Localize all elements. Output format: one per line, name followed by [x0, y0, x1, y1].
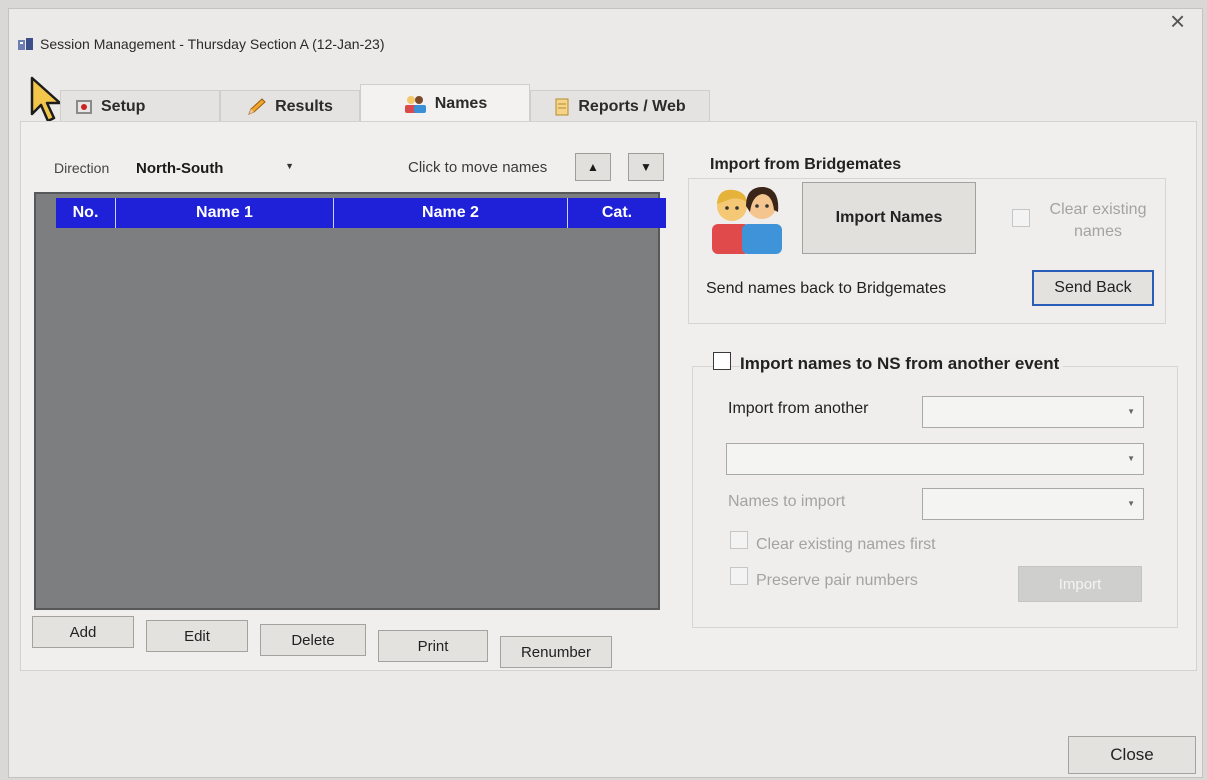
column-header-cat[interactable]: Cat.	[568, 198, 666, 228]
direction-value: North-South	[136, 159, 224, 177]
clear-existing-names-checkbox[interactable]	[1012, 209, 1030, 227]
preserve-pair-numbers-label: Preserve pair numbers	[756, 572, 918, 589]
chevron-down-icon: ▼	[1127, 407, 1135, 416]
send-back-text: Send names back to Bridgemates	[706, 280, 947, 297]
print-button[interactable]: Print	[378, 630, 488, 662]
chevron-down-icon: ▼	[285, 161, 294, 171]
report-icon	[555, 98, 569, 115]
arrow-up-icon: ▲	[587, 160, 599, 174]
names-to-import-select[interactable]: ▼	[922, 488, 1144, 520]
tab-names[interactable]: Names	[360, 84, 530, 122]
tab-names-label: Names	[434, 94, 488, 112]
app-icon	[18, 38, 33, 50]
tab-setup[interactable]: Setup	[60, 90, 220, 122]
window-close-icon[interactable]: ×	[1170, 8, 1185, 34]
arrow-down-icon: ▼	[640, 160, 652, 174]
direction-select[interactable]: North-South ▼	[128, 153, 308, 183]
clear-existing-first-label: Clear existing names first	[756, 536, 936, 553]
bridgemates-group-title: Import from Bridgemates	[710, 156, 902, 173]
add-button[interactable]: Add	[32, 616, 134, 648]
import-button[interactable]: Import	[1018, 566, 1142, 602]
tab-reports-web-label: Reports / Web	[578, 97, 686, 115]
window-title: Session Management - Thursday Section A …	[40, 36, 385, 52]
clear-existing-first-checkbox[interactable]	[730, 531, 748, 549]
clear-existing-names-label: Clear existing names	[1049, 201, 1147, 240]
column-header-name2[interactable]: Name 2	[334, 198, 568, 228]
close-button[interactable]: Close	[1068, 736, 1196, 774]
chevron-down-icon: ▼	[1127, 454, 1135, 463]
title-bar: Session Management - Thursday Section A …	[18, 32, 384, 56]
event-select[interactable]: ▼	[726, 443, 1144, 475]
preserve-pair-numbers-checkbox[interactable]	[730, 567, 748, 585]
names-grid[interactable]: No. Name 1 Name 2 Cat.	[34, 192, 666, 610]
edit-button[interactable]: Edit	[146, 620, 248, 652]
chevron-down-icon: ▼	[1127, 499, 1135, 508]
names-grid-header: No. Name 1 Name 2 Cat.	[56, 198, 666, 228]
setup-icon	[76, 99, 92, 114]
import-from-select[interactable]: ▼	[922, 396, 1144, 428]
tab-results-label: Results	[275, 97, 333, 115]
move-up-button[interactable]: ▲	[575, 153, 611, 181]
move-down-button[interactable]: ▼	[628, 153, 664, 181]
tab-reports-web[interactable]: Reports / Web	[530, 90, 710, 122]
import-names-button[interactable]: Import Names	[802, 182, 976, 254]
names-to-import-label: Names to import	[728, 493, 846, 510]
renumber-button[interactable]: Renumber	[500, 636, 612, 668]
import-from-label: Import from another	[728, 400, 869, 417]
move-names-label: Click to move names	[408, 159, 548, 176]
people-icon	[712, 186, 782, 254]
delete-button[interactable]: Delete	[260, 624, 366, 656]
column-header-name1[interactable]: Name 1	[116, 198, 334, 228]
import-event-label: Import names to NS from another event	[740, 354, 1064, 374]
pencil-icon	[248, 97, 266, 115]
import-event-checkbox[interactable]	[713, 352, 731, 370]
direction-label: Direction	[54, 160, 110, 176]
tab-setup-label: Setup	[101, 97, 146, 115]
column-header-no[interactable]: No.	[56, 198, 116, 228]
tab-results[interactable]: Results	[220, 90, 360, 122]
send-back-button[interactable]: Send Back	[1032, 270, 1154, 306]
people-icon	[404, 95, 426, 113]
